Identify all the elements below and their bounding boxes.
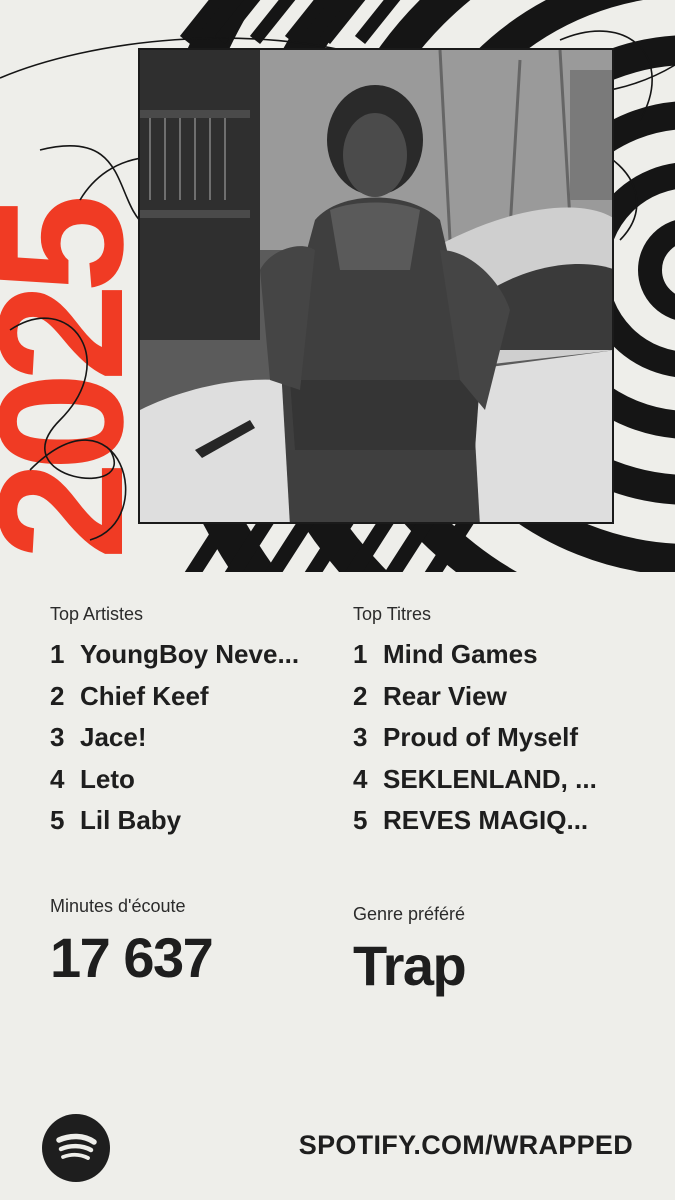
svg-text:2025: 2025 <box>0 198 160 560</box>
spotify-icon[interactable] <box>42 1114 110 1182</box>
hero-artwork: 2025 <box>0 0 675 572</box>
list-item: 5 Lil Baby <box>50 805 182 835</box>
genre-section: Genre préféré Trap <box>353 904 467 998</box>
top-artists-label: Top Artistes <box>50 604 144 624</box>
top-tracks-section: Top Titres 1 Mind Games 2 Rear View 3 Proud… <box>353 604 597 847</box>
list-item: 3 Jace! <box>50 722 147 752</box>
minutes-section: Minutes d'écoute 17 637 <box>50 896 214 990</box>
minutes-label: Minutes d'écoute <box>50 896 186 916</box>
genre-value: Trap <box>353 934 467 997</box>
list-item: 2 Rear View <box>353 680 507 711</box>
list-item: 1 YoungBoy Neve... <box>50 639 300 669</box>
list-item: 2 Chief Keef <box>50 680 209 711</box>
top-artists-section: Top Artistes 1 YoungBoy Neve... 2 Chief Ke… <box>50 604 299 847</box>
wrapped-link[interactable]: SPOTIFY.COM/WRAPPED <box>299 1130 633 1161</box>
artist-photo <box>138 48 614 524</box>
genre-label: Genre préféré <box>353 904 466 924</box>
top-tracks-label: Top Titres <box>353 604 432 624</box>
top-tracks-list: 1 Mind Games 2 Rear View 3 Proud of Myself … <box>353 639 597 847</box>
list-item: 4 Leto <box>50 763 135 794</box>
minutes-value: 17 637 <box>50 926 214 989</box>
list-item: 5 REVES MAGIQ... <box>353 805 589 835</box>
top-artists-list: 1 YoungBoy Neve... 2 Chief Keef 3 Jace! 4 Le… <box>50 639 299 847</box>
list-item: 4 SEKLENLAND, ... <box>353 763 597 794</box>
list-item: 1 Mind Games <box>353 639 538 669</box>
year-2025-graphic: 2025 <box>0 198 160 560</box>
list-item: 3 Proud of Myself <box>353 722 579 752</box>
